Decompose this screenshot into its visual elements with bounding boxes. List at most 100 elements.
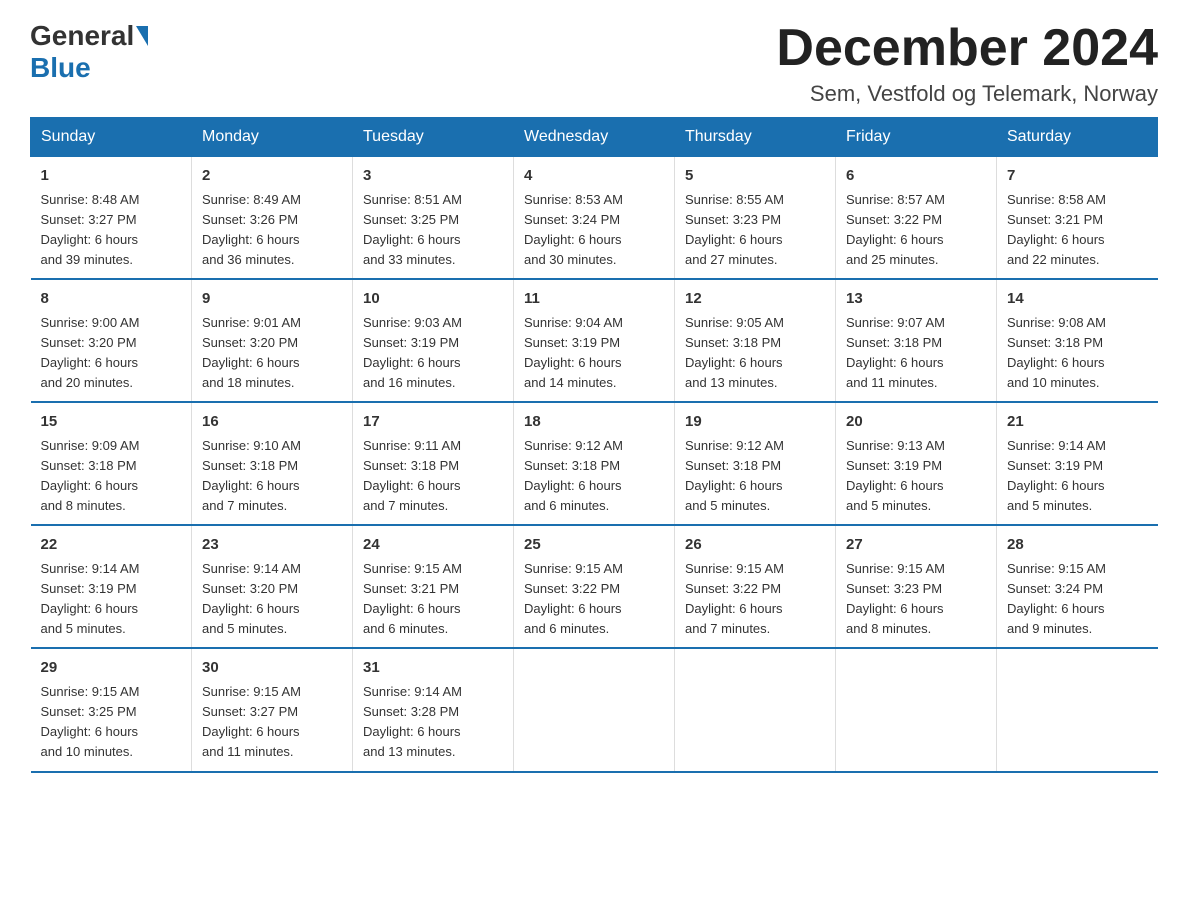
day-info: Sunrise: 9:11 AM Sunset: 3:18 PM Dayligh… (363, 436, 503, 517)
calendar-cell: 20Sunrise: 9:13 AM Sunset: 3:19 PM Dayli… (836, 402, 997, 525)
calendar-cell: 12Sunrise: 9:05 AM Sunset: 3:18 PM Dayli… (675, 279, 836, 402)
page-subtitle: Sem, Vestfold og Telemark, Norway (776, 81, 1158, 107)
day-number: 20 (846, 411, 986, 434)
day-info: Sunrise: 9:15 AM Sunset: 3:22 PM Dayligh… (524, 559, 664, 640)
calendar-cell: 25Sunrise: 9:15 AM Sunset: 3:22 PM Dayli… (514, 525, 675, 648)
calendar-cell (514, 648, 675, 771)
logo: General Blue (30, 20, 150, 84)
day-number: 12 (685, 288, 825, 311)
calendar-cell: 27Sunrise: 9:15 AM Sunset: 3:23 PM Dayli… (836, 525, 997, 648)
day-number: 22 (41, 534, 182, 557)
calendar-week-2: 8Sunrise: 9:00 AM Sunset: 3:20 PM Daylig… (31, 279, 1158, 402)
day-info: Sunrise: 9:08 AM Sunset: 3:18 PM Dayligh… (1007, 313, 1148, 394)
day-info: Sunrise: 9:07 AM Sunset: 3:18 PM Dayligh… (846, 313, 986, 394)
day-number: 23 (202, 534, 342, 557)
day-info: Sunrise: 9:03 AM Sunset: 3:19 PM Dayligh… (363, 313, 503, 394)
calendar-cell: 5Sunrise: 8:55 AM Sunset: 3:23 PM Daylig… (675, 157, 836, 280)
day-of-week-thursday: Thursday (675, 118, 836, 157)
calendar-cell (997, 648, 1158, 771)
day-info: Sunrise: 8:48 AM Sunset: 3:27 PM Dayligh… (41, 190, 182, 271)
title-section: December 2024 Sem, Vestfold og Telemark,… (776, 20, 1158, 107)
day-info: Sunrise: 8:53 AM Sunset: 3:24 PM Dayligh… (524, 190, 664, 271)
calendar-cell: 18Sunrise: 9:12 AM Sunset: 3:18 PM Dayli… (514, 402, 675, 525)
calendar-cell: 9Sunrise: 9:01 AM Sunset: 3:20 PM Daylig… (192, 279, 353, 402)
calendar-cell: 1Sunrise: 8:48 AM Sunset: 3:27 PM Daylig… (31, 157, 192, 280)
calendar-cell: 16Sunrise: 9:10 AM Sunset: 3:18 PM Dayli… (192, 402, 353, 525)
day-number: 7 (1007, 165, 1148, 188)
calendar-cell: 2Sunrise: 8:49 AM Sunset: 3:26 PM Daylig… (192, 157, 353, 280)
calendar-week-1: 1Sunrise: 8:48 AM Sunset: 3:27 PM Daylig… (31, 157, 1158, 280)
day-number: 13 (846, 288, 986, 311)
day-number: 4 (524, 165, 664, 188)
day-info: Sunrise: 9:12 AM Sunset: 3:18 PM Dayligh… (685, 436, 825, 517)
day-info: Sunrise: 9:12 AM Sunset: 3:18 PM Dayligh… (524, 436, 664, 517)
calendar-cell: 11Sunrise: 9:04 AM Sunset: 3:19 PM Dayli… (514, 279, 675, 402)
calendar-table: SundayMondayTuesdayWednesdayThursdayFrid… (30, 117, 1158, 772)
calendar-cell: 6Sunrise: 8:57 AM Sunset: 3:22 PM Daylig… (836, 157, 997, 280)
day-number: 18 (524, 411, 664, 434)
calendar-cell: 17Sunrise: 9:11 AM Sunset: 3:18 PM Dayli… (353, 402, 514, 525)
day-info: Sunrise: 9:05 AM Sunset: 3:18 PM Dayligh… (685, 313, 825, 394)
calendar-cell: 4Sunrise: 8:53 AM Sunset: 3:24 PM Daylig… (514, 157, 675, 280)
day-info: Sunrise: 9:15 AM Sunset: 3:23 PM Dayligh… (846, 559, 986, 640)
calendar-cell: 29Sunrise: 9:15 AM Sunset: 3:25 PM Dayli… (31, 648, 192, 771)
day-number: 10 (363, 288, 503, 311)
logo-triangle-icon (136, 26, 148, 46)
day-info: Sunrise: 9:15 AM Sunset: 3:27 PM Dayligh… (202, 682, 342, 763)
day-info: Sunrise: 8:58 AM Sunset: 3:21 PM Dayligh… (1007, 190, 1148, 271)
logo-blue-text: Blue (30, 52, 91, 83)
day-info: Sunrise: 9:01 AM Sunset: 3:20 PM Dayligh… (202, 313, 342, 394)
day-number: 1 (41, 165, 182, 188)
day-number: 30 (202, 657, 342, 680)
calendar-body: 1Sunrise: 8:48 AM Sunset: 3:27 PM Daylig… (31, 157, 1158, 772)
day-info: Sunrise: 9:15 AM Sunset: 3:25 PM Dayligh… (41, 682, 182, 763)
calendar-cell (836, 648, 997, 771)
day-info: Sunrise: 9:14 AM Sunset: 3:28 PM Dayligh… (363, 682, 503, 763)
day-number: 8 (41, 288, 182, 311)
day-info: Sunrise: 8:55 AM Sunset: 3:23 PM Dayligh… (685, 190, 825, 271)
day-info: Sunrise: 9:09 AM Sunset: 3:18 PM Dayligh… (41, 436, 182, 517)
day-info: Sunrise: 8:57 AM Sunset: 3:22 PM Dayligh… (846, 190, 986, 271)
day-number: 16 (202, 411, 342, 434)
day-info: Sunrise: 9:15 AM Sunset: 3:21 PM Dayligh… (363, 559, 503, 640)
day-number: 15 (41, 411, 182, 434)
calendar-cell: 30Sunrise: 9:15 AM Sunset: 3:27 PM Dayli… (192, 648, 353, 771)
calendar-week-4: 22Sunrise: 9:14 AM Sunset: 3:19 PM Dayli… (31, 525, 1158, 648)
day-number: 26 (685, 534, 825, 557)
day-number: 3 (363, 165, 503, 188)
calendar-cell: 8Sunrise: 9:00 AM Sunset: 3:20 PM Daylig… (31, 279, 192, 402)
calendar-cell: 7Sunrise: 8:58 AM Sunset: 3:21 PM Daylig… (997, 157, 1158, 280)
day-number: 29 (41, 657, 182, 680)
day-of-week-tuesday: Tuesday (353, 118, 514, 157)
page-header: General Blue December 2024 Sem, Vestfold… (30, 20, 1158, 107)
day-info: Sunrise: 8:49 AM Sunset: 3:26 PM Dayligh… (202, 190, 342, 271)
page-title: December 2024 (776, 20, 1158, 77)
calendar-cell: 10Sunrise: 9:03 AM Sunset: 3:19 PM Dayli… (353, 279, 514, 402)
calendar-cell: 21Sunrise: 9:14 AM Sunset: 3:19 PM Dayli… (997, 402, 1158, 525)
day-of-week-sunday: Sunday (31, 118, 192, 157)
days-of-week-row: SundayMondayTuesdayWednesdayThursdayFrid… (31, 118, 1158, 157)
day-number: 6 (846, 165, 986, 188)
day-info: Sunrise: 9:14 AM Sunset: 3:20 PM Dayligh… (202, 559, 342, 640)
day-of-week-saturday: Saturday (997, 118, 1158, 157)
day-info: Sunrise: 9:15 AM Sunset: 3:24 PM Dayligh… (1007, 559, 1148, 640)
day-info: Sunrise: 9:15 AM Sunset: 3:22 PM Dayligh… (685, 559, 825, 640)
day-number: 31 (363, 657, 503, 680)
day-number: 25 (524, 534, 664, 557)
day-number: 24 (363, 534, 503, 557)
day-of-week-monday: Monday (192, 118, 353, 157)
calendar-cell: 26Sunrise: 9:15 AM Sunset: 3:22 PM Dayli… (675, 525, 836, 648)
day-info: Sunrise: 9:13 AM Sunset: 3:19 PM Dayligh… (846, 436, 986, 517)
day-info: Sunrise: 8:51 AM Sunset: 3:25 PM Dayligh… (363, 190, 503, 271)
calendar-cell: 14Sunrise: 9:08 AM Sunset: 3:18 PM Dayli… (997, 279, 1158, 402)
calendar-cell (675, 648, 836, 771)
day-number: 14 (1007, 288, 1148, 311)
day-of-week-wednesday: Wednesday (514, 118, 675, 157)
calendar-cell: 13Sunrise: 9:07 AM Sunset: 3:18 PM Dayli… (836, 279, 997, 402)
logo-general-text: General (30, 20, 134, 52)
day-of-week-friday: Friday (836, 118, 997, 157)
calendar-cell: 23Sunrise: 9:14 AM Sunset: 3:20 PM Dayli… (192, 525, 353, 648)
calendar-cell: 31Sunrise: 9:14 AM Sunset: 3:28 PM Dayli… (353, 648, 514, 771)
day-number: 19 (685, 411, 825, 434)
day-number: 17 (363, 411, 503, 434)
